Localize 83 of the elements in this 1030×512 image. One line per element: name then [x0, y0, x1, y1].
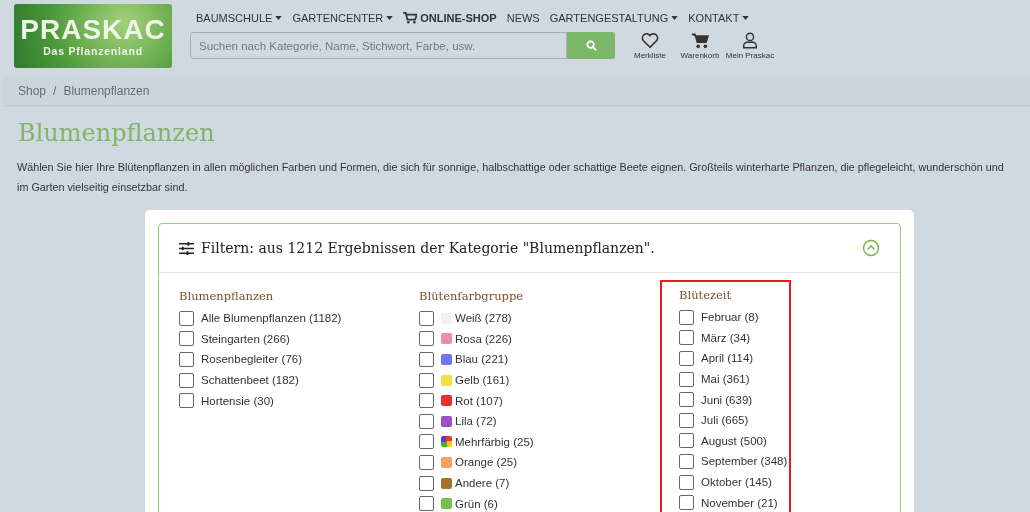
filter-group-title: Blumenpflanzen [179, 289, 275, 303]
cart-icon [403, 12, 418, 24]
breadcrumb-separator: / [53, 84, 57, 98]
cart-icon [691, 32, 709, 49]
account-link[interactable]: Mein Praskac [727, 32, 773, 60]
option-label: Alle Blumenpflanzen (1182) [201, 312, 342, 325]
nav-link[interactable]: NEWS [506, 12, 540, 24]
checkbox[interactable] [179, 352, 194, 367]
checkbox[interactable] [419, 393, 434, 409]
logo-name: PRASKAC [20, 15, 166, 45]
filter-group-title: Blütenfarbgruppe [419, 289, 525, 303]
checkbox[interactable] [179, 331, 194, 347]
checkbox[interactable] [679, 495, 694, 511]
option-label: Orange (25) [455, 456, 517, 469]
option-label: Grün (6) [455, 497, 498, 510]
logo-tagline: Das Pflanzenland [43, 45, 143, 57]
checkbox[interactable] [679, 412, 694, 428]
checkbox[interactable] [419, 475, 434, 491]
option-label: Andere (7) [455, 477, 510, 490]
checkbox[interactable] [679, 330, 694, 346]
breadcrumb-link[interactable]: Shop [18, 84, 47, 98]
filter-group-title: Blütezeit [679, 288, 733, 302]
page-title: Blumenpflanzen [18, 119, 216, 147]
checkbox[interactable] [419, 413, 434, 429]
nav-link[interactable]: KONTAKT [688, 12, 750, 24]
option-label: Steingarten (266) [201, 332, 290, 345]
checkbox[interactable] [419, 454, 434, 470]
checkbox[interactable] [679, 392, 694, 408]
option-label: Lila (72) [455, 415, 497, 428]
checkbox[interactable] [179, 310, 194, 326]
checkbox[interactable] [679, 309, 694, 325]
option-label: April (114) [701, 352, 754, 365]
caret-icon [742, 16, 750, 20]
option-label: Mai (361) [701, 373, 750, 386]
breadcrumb-link[interactable]: Blumenpflanzen [63, 84, 150, 98]
option-label: Schattenbeet (182) [201, 374, 299, 387]
checkbox[interactable] [419, 331, 434, 347]
checkbox[interactable] [419, 496, 434, 512]
checkbox[interactable] [179, 393, 194, 409]
option-label: Rosenbegleiter (76) [201, 353, 302, 366]
option-label: Blau (221) [455, 353, 509, 366]
nav-link[interactable]: BAUMSCHULE [196, 12, 283, 24]
nav-link[interactable]: GARTENGESTALTUNG [549, 12, 679, 24]
option-label: Weiß (278) [455, 312, 512, 325]
checkbox[interactable] [679, 474, 694, 490]
checkbox[interactable] [419, 434, 434, 450]
caret-icon [671, 16, 679, 20]
heart-icon [641, 32, 659, 49]
option-label: Hortensie (30) [201, 394, 274, 407]
checkbox[interactable] [179, 372, 194, 388]
option-label: November (21) [701, 496, 778, 509]
option-label: Gelb (161) [455, 374, 510, 387]
checkbox[interactable] [419, 352, 434, 367]
option-label: März (34) [701, 331, 751, 344]
option-label: August (500) [701, 434, 767, 447]
search-icon [585, 40, 597, 51]
checkbox[interactable] [679, 433, 694, 449]
search-field[interactable]: Suchen nach Kategorie, Name, Stichwort, Farbe, usw. [190, 32, 567, 59]
checkbox[interactable] [419, 372, 434, 388]
caret-icon [386, 16, 394, 20]
multicolor-swatch [441, 436, 452, 448]
checkbox[interactable] [679, 453, 694, 469]
option-label: Rosa (226) [455, 332, 512, 345]
caret-icon [275, 16, 283, 20]
category-description: Wählen Sie hier Ihre Blütenpflanzen in allen möglichen Farben und Formen, die sich für sonnige, halbschattige oder schattige Beete eignen. Großteils winterharte Pflanzen, die pflegeleicht, wunderschön und im Garten vielseitig einsetzbar sind. [17, 160, 1005, 195]
filter-title: Filtern: aus 1212 Ergebnissen der Kategorie "Blumenpflanzen". [201, 240, 656, 256]
option-label: Juli (665) [701, 414, 749, 427]
filter-sliders-icon [179, 241, 194, 255]
option-label: Rot (107) [455, 394, 503, 407]
checkbox[interactable] [679, 371, 694, 387]
collapse-toggle-icon[interactable] [862, 239, 880, 257]
checkbox[interactable] [679, 351, 694, 366]
account-link[interactable]: Warenkorb [677, 32, 723, 60]
option-label: Juni (639) [701, 393, 753, 406]
account-link[interactable]: Merkliste [627, 32, 673, 60]
user-icon [741, 32, 759, 49]
nav-link[interactable]: ONLINE-SHOP [403, 12, 497, 24]
checkbox[interactable] [419, 310, 434, 326]
option-label: September (348) [701, 455, 788, 468]
option-label: Mehrfärbig (25) [455, 435, 534, 448]
nav-link[interactable]: GARTENCENTER [292, 12, 394, 24]
option-label: Februar (8) [701, 311, 759, 324]
option-label: Oktober (145) [701, 476, 772, 489]
